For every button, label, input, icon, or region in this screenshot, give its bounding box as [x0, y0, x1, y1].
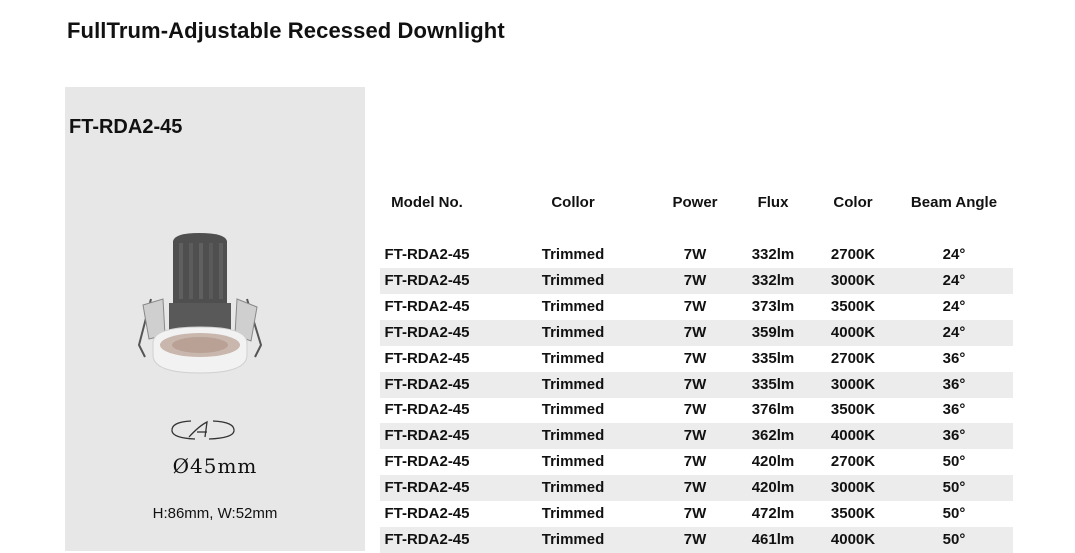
- power-cell: 7W: [683, 479, 707, 496]
- power-cell: 7W: [683, 401, 707, 418]
- header-collor: Collor: [551, 194, 595, 211]
- header-power: Power: [672, 194, 718, 211]
- model-cell: FT-RDA2-45: [384, 272, 470, 289]
- collor-cell: Trimmed: [541, 298, 605, 315]
- color-cell: 3000K: [830, 272, 876, 289]
- collor-cell: Trimmed: [541, 376, 605, 393]
- color-cell: 4000K: [830, 427, 876, 444]
- beam-angle-cell: 24°: [942, 298, 966, 315]
- power-cell: 7W: [683, 246, 707, 263]
- power-cell: 7W: [683, 376, 707, 393]
- beam-angle-cell: 50°: [942, 531, 966, 548]
- flux-cell: 420lm: [751, 479, 795, 496]
- table-row: FT-RDA2-45 Trimmed 7W 420lm 2700K 50°: [380, 449, 1013, 475]
- color-cell: 3000K: [830, 479, 876, 496]
- table-row: FT-RDA2-45 Trimmed 7W 472lm 3500K 50°: [380, 501, 1013, 527]
- header-model-no: Model No.: [391, 194, 463, 211]
- model-cell: FT-RDA2-45: [384, 479, 470, 496]
- power-cell: 7W: [683, 427, 707, 444]
- power-cell: 7W: [683, 453, 707, 470]
- color-cell: 2700K: [830, 350, 876, 367]
- model-cell: FT-RDA2-45: [384, 401, 470, 418]
- table-row: FT-RDA2-45 Trimmed 7W 335lm 3000K 36°: [380, 372, 1013, 398]
- table-row: FT-RDA2-45 Trimmed 7W 332lm 3000K 24°: [380, 268, 1013, 294]
- color-cell: 4000K: [830, 531, 876, 548]
- page-title: FullTrum-Adjustable Recessed Downlight: [67, 18, 505, 43]
- table-row: FT-RDA2-45 Trimmed 7W 362lm 4000K 36°: [380, 423, 1013, 449]
- beam-angle-cell: 36°: [942, 376, 966, 393]
- beam-angle-cell: 36°: [942, 401, 966, 418]
- table-row: FT-RDA2-45 Trimmed 7W 332lm 2700K 24°: [380, 242, 1013, 268]
- flux-cell: 335lm: [751, 376, 795, 393]
- cutout-diameter-icon: [171, 420, 235, 440]
- color-cell: 3500K: [830, 505, 876, 522]
- beam-angle-cell: 50°: [942, 505, 966, 522]
- power-cell: 7W: [683, 324, 707, 341]
- power-cell: 7W: [683, 272, 707, 289]
- table-row: FT-RDA2-45 Trimmed 7W 420lm 3000K 50°: [380, 475, 1013, 501]
- flux-cell: 335lm: [751, 350, 795, 367]
- table-row: FT-RDA2-45 Trimmed 7W 461lm 4000K 50°: [380, 527, 1013, 553]
- model-cell: FT-RDA2-45: [384, 427, 470, 444]
- flux-cell: 472lm: [751, 505, 795, 522]
- cutout-size: Ø45mm: [172, 454, 258, 478]
- model-cell: FT-RDA2-45: [384, 453, 470, 470]
- product-panel: FT-RDA2-45 Ø45mm H:86mm, W:52mm: [65, 87, 365, 551]
- beam-angle-cell: 24°: [942, 246, 966, 263]
- beam-angle-cell: 36°: [942, 350, 966, 367]
- model-cell: FT-RDA2-45: [384, 324, 470, 341]
- flux-cell: 362lm: [751, 427, 795, 444]
- collor-cell: Trimmed: [541, 246, 605, 263]
- model-cell: FT-RDA2-45: [384, 505, 470, 522]
- collor-cell: Trimmed: [541, 401, 605, 418]
- flux-cell: 359lm: [751, 324, 795, 341]
- power-cell: 7W: [683, 505, 707, 522]
- color-cell: 3000K: [830, 376, 876, 393]
- table-row: FT-RDA2-45 Trimmed 7W 373lm 3500K 24°: [380, 294, 1013, 320]
- collor-cell: Trimmed: [541, 531, 605, 548]
- beam-angle-cell: 24°: [942, 324, 966, 341]
- header-color: Color: [833, 194, 873, 211]
- model-cell: FT-RDA2-45: [384, 350, 470, 367]
- downlight-product-image: [137, 233, 263, 374]
- beam-angle-cell: 50°: [942, 479, 966, 496]
- beam-angle-cell: 24°: [942, 272, 966, 289]
- color-cell: 3500K: [830, 298, 876, 315]
- color-cell: 2700K: [830, 246, 876, 263]
- flux-cell: 332lm: [751, 246, 795, 263]
- model-cell: FT-RDA2-45: [384, 246, 470, 263]
- power-cell: 7W: [683, 298, 707, 315]
- power-cell: 7W: [683, 531, 707, 548]
- beam-angle-cell: 50°: [942, 453, 966, 470]
- flux-cell: 332lm: [751, 272, 795, 289]
- flux-cell: 373lm: [751, 298, 795, 315]
- header-beam-angle: Beam Angle: [910, 194, 998, 211]
- power-cell: 7W: [683, 350, 707, 367]
- flux-cell: 461lm: [751, 531, 795, 548]
- collor-cell: Trimmed: [541, 427, 605, 444]
- model-cell: FT-RDA2-45: [384, 376, 470, 393]
- collor-cell: Trimmed: [541, 479, 605, 496]
- model-heading: FT-RDA2-45: [69, 116, 183, 138]
- collor-cell: Trimmed: [541, 505, 605, 522]
- collor-cell: Trimmed: [541, 324, 605, 341]
- flux-cell: 376lm: [751, 401, 795, 418]
- color-cell: 4000K: [830, 324, 876, 341]
- model-cell: FT-RDA2-45: [384, 298, 470, 315]
- model-cell: FT-RDA2-45: [384, 531, 470, 548]
- color-cell: 3500K: [830, 401, 876, 418]
- dimensions-text: H:86mm, W:52mm: [152, 505, 278, 522]
- color-cell: 2700K: [830, 453, 876, 470]
- collor-cell: Trimmed: [541, 453, 605, 470]
- collor-cell: Trimmed: [541, 350, 605, 367]
- table-row: FT-RDA2-45 Trimmed 7W 376lm 3500K 36°: [380, 397, 1013, 423]
- table-row: FT-RDA2-45 Trimmed 7W 359lm 4000K 24°: [380, 320, 1013, 346]
- collor-cell: Trimmed: [541, 272, 605, 289]
- table-row: FT-RDA2-45 Trimmed 7W 335lm 2700K 36°: [380, 346, 1013, 372]
- header-flux: Flux: [757, 194, 789, 211]
- beam-angle-cell: 36°: [942, 427, 966, 444]
- flux-cell: 420lm: [751, 453, 795, 470]
